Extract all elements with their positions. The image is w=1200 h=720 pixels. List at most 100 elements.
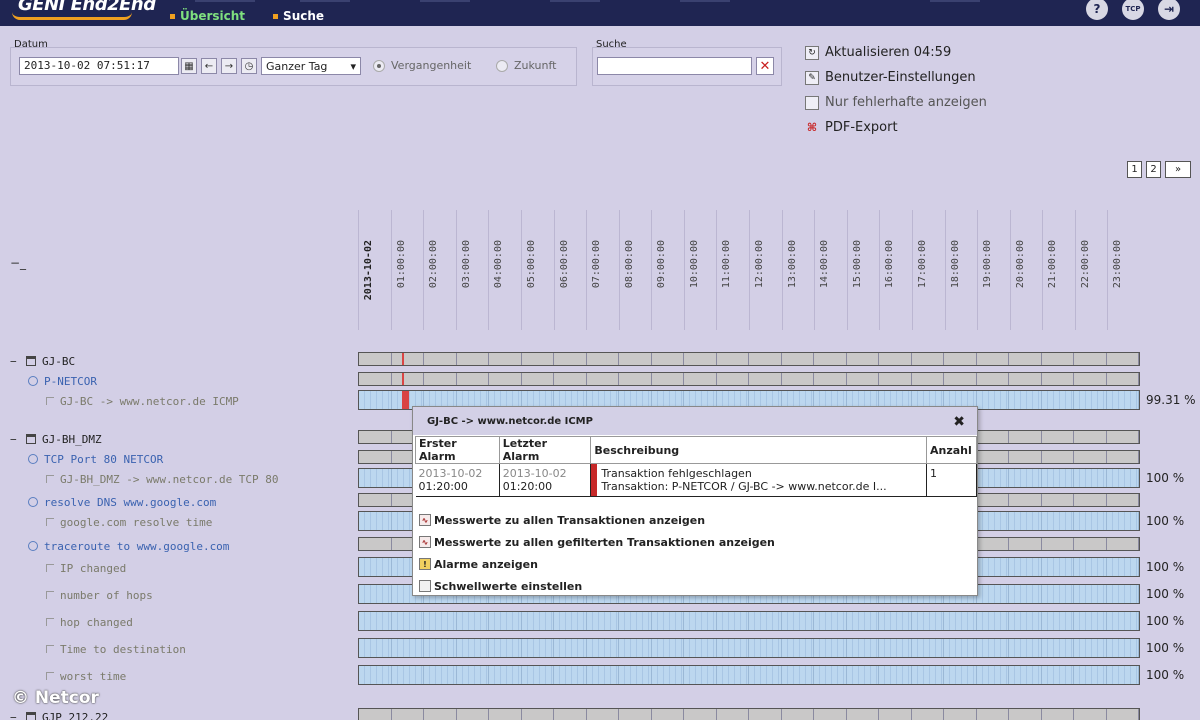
timeline-bar-measure[interactable] (358, 638, 1140, 658)
hour-segment[interactable] (359, 469, 392, 487)
hour-segment[interactable] (879, 639, 912, 657)
hour-segment[interactable] (522, 373, 554, 385)
hour-segment[interactable] (1009, 431, 1042, 443)
tree-row-trans[interactable]: traceroute to www.google.com (28, 537, 229, 555)
close-icon[interactable]: ✖ (953, 414, 965, 430)
tree-row-trans[interactable]: P-NETCOR (28, 372, 97, 390)
hour-segment[interactable] (781, 666, 814, 684)
hour-segment[interactable] (977, 494, 1009, 506)
hour-segment[interactable] (1009, 666, 1042, 684)
hour-segment[interactable] (814, 709, 847, 720)
hour-segment[interactable] (847, 373, 879, 385)
hour-segment[interactable] (359, 512, 392, 530)
alarm-marker[interactable] (402, 373, 405, 385)
timeline-bar-measure[interactable] (358, 611, 1140, 631)
hour-segment[interactable] (749, 709, 782, 720)
hour-segment[interactable] (1074, 373, 1107, 385)
tree-row-leaf[interactable]: number of hops (46, 586, 153, 604)
hour-segment[interactable] (1042, 538, 1074, 550)
arrow-right-icon[interactable]: → (221, 58, 237, 74)
hour-segment[interactable] (782, 353, 814, 365)
hour-segment[interactable] (652, 373, 684, 385)
timeline-bar-status[interactable] (358, 372, 1140, 386)
hour-segment[interactable] (1009, 538, 1042, 550)
hour-segment[interactable] (977, 431, 1009, 443)
hour-segment[interactable] (977, 709, 1009, 720)
hour-segment[interactable] (879, 353, 912, 365)
hour-segment[interactable] (911, 639, 944, 657)
tree-row-leaf[interactable]: GJ-BH_DMZ -> www.netcor.de TCP 80 (46, 470, 279, 488)
hour-segment[interactable] (684, 353, 717, 365)
hour-segment[interactable] (456, 639, 489, 657)
alarm-marker[interactable] (402, 353, 405, 365)
hour-segment[interactable] (911, 612, 944, 630)
hour-segment[interactable] (1009, 558, 1042, 576)
hour-segment[interactable] (1106, 639, 1139, 657)
hour-segment[interactable] (1106, 512, 1139, 530)
hour-segment[interactable] (977, 538, 1009, 550)
header-last-alarm[interactable]: Letzter Alarm (498, 436, 592, 464)
hour-segment[interactable] (554, 639, 587, 657)
hour-segment[interactable] (976, 612, 1009, 630)
hour-segment[interactable] (1041, 391, 1074, 409)
hour-segment[interactable] (944, 612, 977, 630)
hour-segment[interactable] (392, 709, 424, 720)
hour-segment[interactable] (1009, 469, 1042, 487)
hour-segment[interactable] (619, 353, 652, 365)
hour-segment[interactable] (521, 612, 554, 630)
hour-segment[interactable] (717, 373, 749, 385)
alarm-marker[interactable] (402, 391, 410, 409)
hour-segment[interactable] (1009, 585, 1042, 603)
hour-segment[interactable] (977, 373, 1009, 385)
hour-segment[interactable] (1041, 558, 1074, 576)
hour-segment[interactable] (586, 666, 619, 684)
hour-segment[interactable] (1074, 666, 1107, 684)
hour-segment[interactable] (1074, 353, 1107, 365)
pdf-export-button[interactable]: ⌘ PDF-Export (805, 115, 987, 140)
hour-segment[interactable] (944, 353, 977, 365)
hour-segment[interactable] (1074, 639, 1107, 657)
app-logo[interactable]: GENI End2End (12, 0, 162, 24)
hour-segment[interactable] (1041, 469, 1074, 487)
radio-vergangenheit[interactable]: Vergangenheit (373, 59, 471, 72)
hour-segment[interactable] (522, 709, 554, 720)
hour-segment[interactable] (879, 709, 912, 720)
hour-segment[interactable] (1074, 538, 1107, 550)
hour-segment[interactable] (457, 353, 489, 365)
hour-segment[interactable] (749, 639, 782, 657)
hour-segment[interactable] (749, 612, 782, 630)
hour-segment[interactable] (359, 431, 392, 443)
hour-segment[interactable] (391, 639, 424, 657)
hour-segment[interactable] (456, 612, 489, 630)
hour-segment[interactable] (359, 538, 392, 550)
hour-segment[interactable] (1009, 353, 1042, 365)
hour-segment[interactable] (1042, 353, 1074, 365)
hour-segment[interactable] (976, 666, 1009, 684)
hour-segment[interactable] (717, 709, 749, 720)
hour-segment[interactable] (1107, 538, 1139, 550)
tree-row-leaf[interactable]: GJ-BC -> www.netcor.de ICMP (46, 392, 239, 410)
hour-segment[interactable] (847, 353, 879, 365)
hour-segment[interactable] (782, 373, 814, 385)
hour-segment[interactable] (359, 709, 392, 720)
tree-row-leaf[interactable]: worst time (46, 667, 126, 685)
hour-segment[interactable] (911, 666, 944, 684)
show-filtered-measurements-link[interactable]: ∿ Messwerte zu allen gefilterten Transak… (419, 531, 775, 553)
hour-segment[interactable] (976, 639, 1009, 657)
hour-segment[interactable] (1009, 494, 1042, 506)
hour-segment[interactable] (587, 353, 619, 365)
hour-segment[interactable] (619, 373, 652, 385)
hour-segment[interactable] (1106, 391, 1139, 409)
clear-search-icon[interactable]: ✕ (756, 57, 774, 75)
hour-segment[interactable] (1041, 666, 1074, 684)
user-settings-button[interactable]: ✎ Benutzer-Einstellungen (805, 65, 987, 90)
hour-segment[interactable] (944, 639, 977, 657)
hour-segment[interactable] (912, 709, 944, 720)
clock-icon[interactable]: ◷ (241, 58, 257, 74)
hour-segment[interactable] (846, 666, 879, 684)
hour-segment[interactable] (1009, 451, 1042, 463)
hour-segment[interactable] (392, 373, 424, 385)
hour-segment[interactable] (977, 353, 1009, 365)
hour-segment[interactable] (424, 639, 457, 657)
hour-segment[interactable] (554, 709, 587, 720)
